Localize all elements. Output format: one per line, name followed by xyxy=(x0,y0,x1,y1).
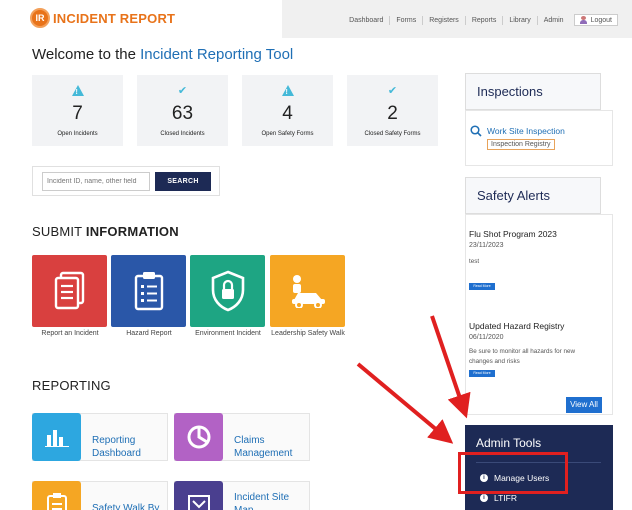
top-header: IR INCIDENT REPORT Dashboard Forms Regis… xyxy=(0,0,632,38)
pie-chart-icon xyxy=(174,413,223,461)
card-safety-walk-by[interactable]: Safety Walk By xyxy=(32,481,168,510)
inspection-registry-link[interactable]: Inspection Registry xyxy=(487,139,555,150)
logo-text: INCIDENT REPORT xyxy=(53,10,176,26)
ltifr-label: LTIFR xyxy=(494,493,517,503)
card-reporting-dashboard[interactable]: Reporting Dashboard xyxy=(32,413,168,461)
welcome-prefix: Welcome to the xyxy=(32,46,141,63)
card-label: Safety Walk By xyxy=(92,503,160,510)
tile-hazard-report[interactable] xyxy=(111,255,186,327)
main-nav: Dashboard Forms Registers Reports Librar… xyxy=(343,14,618,26)
annotation-highlight-box xyxy=(458,452,568,494)
work-site-inspection-link[interactable]: Work Site Inspection xyxy=(487,126,565,136)
tile-environment-incident[interactable] xyxy=(190,255,265,327)
card-claims-management[interactable]: Claims Management xyxy=(174,413,310,461)
ltifr-link[interactable]: i LTIFR xyxy=(480,493,517,503)
stat-value: 4 xyxy=(282,103,293,124)
annotation-arrow-1 xyxy=(430,315,471,419)
alert-date: 06/11/2020 xyxy=(469,334,504,341)
search-box: SEARCH xyxy=(32,166,220,196)
inspections-body xyxy=(465,110,613,166)
tile-label: Hazard Report xyxy=(126,330,172,337)
stat-card-open-safety-forms[interactable]: 4 Open Safety Forms xyxy=(242,75,333,146)
search-input[interactable] xyxy=(42,172,150,191)
tile-label: Report an Incident xyxy=(41,330,99,337)
stat-card-open-incidents[interactable]: 7 Open Incidents xyxy=(32,75,123,146)
submit-section-title: SUBMIT INFORMATION xyxy=(32,224,179,239)
read-more-button[interactable]: Read More xyxy=(469,370,495,377)
vehicle-icon xyxy=(291,275,325,308)
nav-forms[interactable]: Forms xyxy=(390,15,424,25)
search-button[interactable]: SEARCH xyxy=(155,172,211,191)
bar-chart-icon xyxy=(32,413,81,461)
submit-title-plain: SUBMIT xyxy=(32,224,86,239)
stat-label: Open Safety Forms xyxy=(261,131,314,137)
clipboard-icon xyxy=(134,272,163,311)
card-label: Claims Management xyxy=(234,435,293,459)
alert-date: 23/11/2023 xyxy=(469,242,504,249)
user-icon xyxy=(579,16,587,24)
card-label: Incident Site Map xyxy=(234,492,290,510)
page-title: Welcome to the Incident Reporting Tool xyxy=(32,46,293,63)
alert-title: Flu Shot Program 2023 xyxy=(469,229,557,239)
stat-value: 2 xyxy=(387,103,398,124)
inspections-header: Inspections xyxy=(465,73,601,110)
alert-text: Be sure to monitor all hazards for new c… xyxy=(469,348,576,365)
card-label: Reporting Dashboard xyxy=(92,435,141,459)
nav-admin[interactable]: Admin xyxy=(538,16,570,25)
tile-label: Leadership Safety Walk xyxy=(271,330,345,337)
welcome-accent: Incident Reporting Tool xyxy=(140,46,294,63)
check-icon: ✔ xyxy=(177,85,188,97)
admin-tools-title: Admin Tools xyxy=(476,436,542,450)
app-logo[interactable]: IR INCIDENT REPORT xyxy=(30,8,175,28)
read-more-button[interactable]: Read More xyxy=(469,283,495,290)
nav-registers[interactable]: Registers xyxy=(423,15,466,25)
nav-dashboard[interactable]: Dashboard xyxy=(343,15,391,25)
alert-title: Updated Hazard Registry xyxy=(469,321,565,331)
documents-icon xyxy=(54,271,84,310)
nav-reports[interactable]: Reports xyxy=(466,15,504,25)
search-icon xyxy=(470,125,482,137)
view-all-button[interactable]: View All xyxy=(566,397,602,413)
tile-label: Environment Incident xyxy=(195,330,261,337)
nav-library[interactable]: Library xyxy=(503,15,538,25)
annotation-arrow-2 xyxy=(356,362,454,444)
stat-label: Open Incidents xyxy=(57,131,98,137)
logout-label: Logout xyxy=(590,16,612,24)
stat-card-closed-incidents[interactable]: ✔ 63 Closed Incidents xyxy=(137,75,228,146)
reporting-section-title: REPORTING xyxy=(32,378,111,393)
stat-label: Closed Safety Forms xyxy=(364,131,421,137)
submit-title-bold: INFORMATION xyxy=(85,224,179,239)
stat-value: 63 xyxy=(171,103,194,124)
tile-leadership-safety-walk[interactable] xyxy=(270,255,345,327)
map-icon xyxy=(174,481,223,510)
check-icon: ✔ xyxy=(387,85,398,97)
checklist-icon xyxy=(32,481,81,510)
shield-lock-icon xyxy=(211,270,244,312)
logo-badge-icon: IR xyxy=(30,8,50,28)
logout-button[interactable]: Logout xyxy=(573,14,618,26)
tile-report-incident[interactable] xyxy=(32,255,107,327)
stat-label: Closed Incidents xyxy=(160,131,205,137)
warning-icon xyxy=(281,85,294,99)
alert-text: test xyxy=(469,258,480,265)
card-incident-site-map[interactable]: Incident Site Map xyxy=(174,481,310,510)
safety-alerts-header: Safety Alerts xyxy=(465,177,601,214)
stat-card-closed-safety-forms[interactable]: ✔ 2 Closed Safety Forms xyxy=(347,75,438,146)
info-icon: i xyxy=(480,494,488,502)
stat-value: 7 xyxy=(72,103,83,124)
warning-icon xyxy=(71,85,84,99)
